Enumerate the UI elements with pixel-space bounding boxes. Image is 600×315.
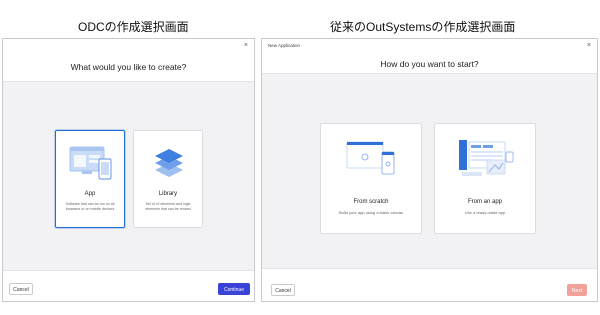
blank-canvas-icon <box>346 141 395 175</box>
dialog-title: New Application <box>268 43 301 48</box>
odc-question: What would you like to create? <box>70 62 187 72</box>
from-an-app-option-card[interactable]: From an app Use a ready made app <box>434 123 536 234</box>
outsystems-new-application-dialog: New Application × How do you want to sta… <box>261 38 598 302</box>
odc-create-dialog: × What would you like to create? App Sof… <box>2 38 255 302</box>
from-scratch-title: From scratch <box>353 199 389 205</box>
outsystems-heading: 従来のOutSystemsの作成選択画面 <box>330 20 516 34</box>
app-icon <box>69 146 112 180</box>
continue-button[interactable]: Continue <box>218 283 250 295</box>
app-option-card[interactable]: App Software that can be run on all brow… <box>55 130 125 228</box>
library-option-card[interactable]: Library Set of UI elements and logic ele… <box>133 130 203 228</box>
cancel-button[interactable]: Cancel <box>271 284 295 296</box>
odc-heading: ODCの作成選択画面 <box>78 20 189 34</box>
app-option-title: App <box>84 191 96 197</box>
app-template-icon <box>459 140 514 176</box>
from-an-app-description: Use a ready made app <box>464 210 506 215</box>
library-option-description: Set of UI elements and logic elements th… <box>145 202 191 211</box>
outsystems-question: How do you want to start? <box>380 59 479 69</box>
cancel-button[interactable]: Cancel <box>9 283 33 295</box>
library-option-title: Library <box>158 191 178 197</box>
outsystems-options-area: From scratch Build your app using a blan… <box>262 73 597 269</box>
layers-icon <box>155 149 183 177</box>
from-scratch-description: Build your app using a blank canvas <box>338 210 404 215</box>
odc-options-area: App Software that can be run on all brow… <box>3 81 254 271</box>
close-icon[interactable]: × <box>587 42 591 49</box>
close-icon[interactable]: × <box>244 42 248 49</box>
app-option-description: Software that can be run on all browsers… <box>65 202 115 211</box>
from-an-app-title: From an app <box>467 199 503 205</box>
next-button[interactable]: Next <box>567 284 587 296</box>
from-scratch-option-card[interactable]: From scratch Build your app using a blan… <box>320 123 422 234</box>
